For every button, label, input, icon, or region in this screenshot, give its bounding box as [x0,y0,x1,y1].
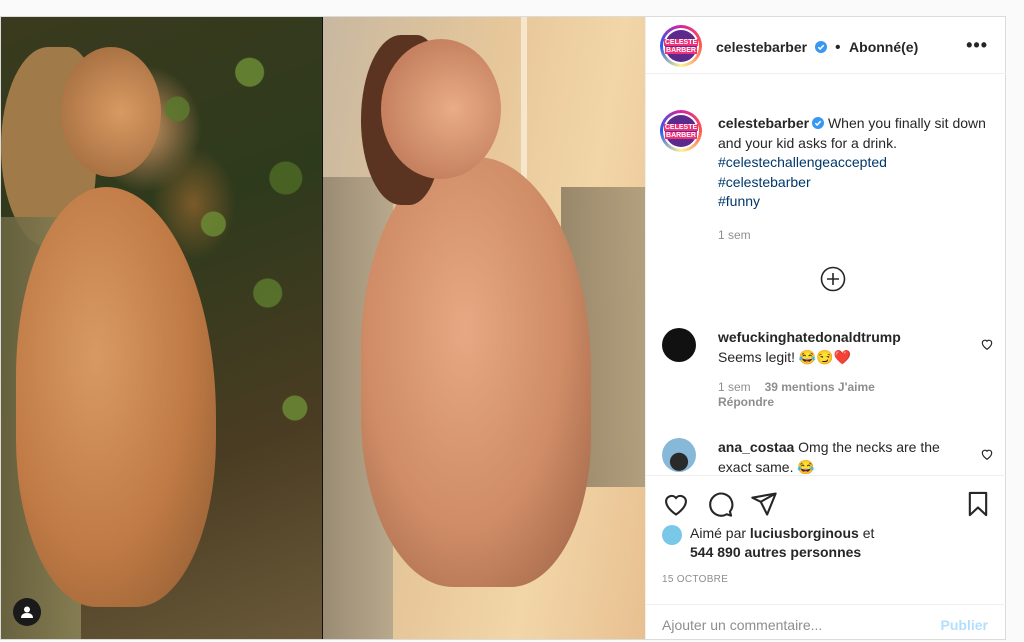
add-comment-bar: Ajouter un commentaire... Publier [646,604,1006,641]
comment-author[interactable]: ana_costaa [718,439,794,455]
follow-state-button[interactable]: Abonné(e) [849,39,918,55]
likes-prefix: Aimé par [690,525,747,541]
load-more-comments-icon[interactable] [820,266,846,292]
post-actions: Aimé par luciusborginous et 544 890 autr… [646,475,1006,640]
post-header: CELESTE BARBER celestebarber • Abonné(e) … [646,17,1006,74]
comment: wefuckinghatedonaldtrump Seems legit! 😂😏… [718,328,968,410]
comments-scroll-area[interactable]: CELESTE BARBER celestebarber When you fin… [646,74,1006,474]
verified-badge-icon [812,117,825,129]
publish-button[interactable]: Publier [941,617,988,633]
tagged-users-icon[interactable] [13,598,41,626]
post-media[interactable] [1,17,645,639]
comment-icon[interactable] [706,490,734,518]
comment-input[interactable]: Ajouter un commentaire... [662,617,822,633]
commenter-avatar[interactable] [662,438,696,472]
likes-count[interactable]: 544 890 autres personnes [690,544,861,560]
comment-likes[interactable]: 39 mentions J'aime [765,380,875,394]
like-heart-icon[interactable] [662,490,690,518]
post-dialog: CELESTE BARBER celestebarber • Abonné(e) … [0,16,1006,640]
likes-suffix: et [862,525,875,541]
author-username[interactable]: celestebarber [716,39,807,55]
save-bookmark-icon[interactable] [964,490,992,518]
caption-author[interactable]: celestebarber [718,115,809,131]
comment: ana_costaa Omg the necks are the exact s… [718,438,968,474]
comment-like-heart-icon[interactable] [980,447,994,461]
share-icon[interactable] [750,490,778,518]
commenter-avatar[interactable] [662,328,696,362]
liker-username[interactable]: luciusborginous [750,525,859,541]
photo-left-head [61,47,161,177]
post-sidebar: CELESTE BARBER celestebarber • Abonné(e) … [645,17,1006,639]
liker-avatar[interactable] [662,525,682,545]
caption-time[interactable]: 1 sem [718,226,988,246]
hashtag-link[interactable]: #funny [718,192,988,212]
caption-avatar[interactable]: CELESTE BARBER [660,110,702,152]
comment-text: Seems legit! 😂😏❤️ [718,348,852,365]
hashtag-link[interactable]: #celestechallengeaccepted [718,153,988,173]
reply-button[interactable]: Répondre [718,395,968,410]
photo-right-figure [361,157,591,587]
comment-time[interactable]: 1 sem [718,380,751,394]
post-date[interactable]: 15 OCTOBRE [662,574,728,585]
more-options-icon[interactable]: ••• [966,35,988,56]
author-avatar[interactable]: CELESTE BARBER [660,25,702,67]
photo-right-head [381,39,501,179]
verified-badge-icon [814,41,827,53]
hashtag-link[interactable]: #celestebarber [718,173,988,193]
comment-author[interactable]: wefuckinghatedonaldtrump [718,328,968,348]
caption: celestebarber When you finally sit down … [718,114,988,245]
comment-like-heart-icon[interactable] [980,337,994,351]
likes-summary: Aimé par luciusborginous et 544 890 autr… [690,524,874,562]
separator-dot: • [834,39,841,56]
